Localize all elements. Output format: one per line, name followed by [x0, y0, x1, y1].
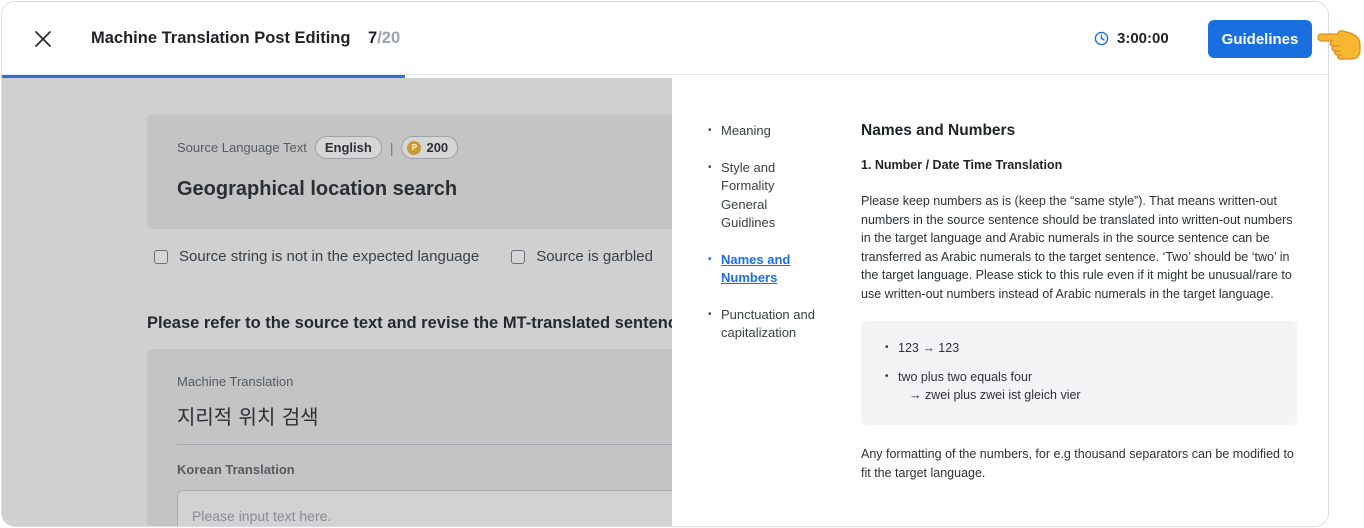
- korean-translation-input[interactable]: [177, 490, 672, 526]
- source-card: Source Language Text English | P 200 Geo…: [147, 114, 672, 229]
- close-icon: [35, 31, 51, 47]
- close-button[interactable]: [30, 26, 56, 52]
- divider: [177, 444, 672, 445]
- language-badge: English: [314, 136, 382, 159]
- points-value: 200: [426, 140, 449, 155]
- checkbox[interactable]: [154, 249, 168, 264]
- toc-item-names-numbers[interactable]: Names and Numbers: [708, 251, 818, 288]
- section-subheading: 1. Number / Date Time Translation: [861, 158, 1063, 172]
- task-counter-total: 20: [381, 29, 401, 47]
- task-counter-current: 7: [368, 29, 378, 47]
- task-counter: 7/20: [368, 29, 400, 48]
- app-window: Machine Translation Post Editing 7/20 3:…: [1, 1, 1329, 527]
- example-translation: → zwei plus zwei ist gleich vier: [909, 388, 1081, 402]
- header: Machine Translation Post Editing 7/20 3:…: [2, 2, 1328, 75]
- source-checks: Source string is not in the expected lan…: [154, 248, 653, 265]
- check-label: Source is garbled: [536, 248, 653, 265]
- source-text: Geographical location search: [177, 178, 458, 200]
- example-item: two plus two equals four → zwei plus zwe…: [885, 368, 1273, 404]
- mt-text: 지리적 위치 검색: [177, 405, 319, 429]
- toc-item-style[interactable]: Style and Formality General Guidlines: [708, 159, 818, 233]
- points-badge: P 200: [401, 136, 459, 159]
- guidelines-toc: Meaning Style and Formality General Guid…: [708, 122, 818, 361]
- guideline-paragraph-2: Any formatting of the numbers, for e.g t…: [861, 447, 1294, 480]
- pointing-hand-icon: [1317, 30, 1361, 60]
- korean-translation-label: Korean Translation: [177, 462, 295, 477]
- meta-divider: |: [389, 139, 394, 156]
- guidelines-panel: Meaning Style and Formality General Guid…: [672, 76, 1328, 526]
- example-item: 123 → 123: [885, 339, 1273, 357]
- check-label: Source string is not in the expected lan…: [179, 248, 480, 265]
- guidelines-button[interactable]: Guidelines: [1208, 20, 1312, 58]
- toc-item-punctuation[interactable]: Punctuation and capitalization: [708, 306, 818, 343]
- example-box: 123 → 123 two plus two equals four → zwe…: [861, 321, 1297, 425]
- example-text: two plus two equals four: [898, 370, 1033, 384]
- toc-item-meaning[interactable]: Meaning: [708, 122, 818, 141]
- timer-value: 3:00:00: [1117, 30, 1169, 47]
- timer: 3:00:00: [1094, 30, 1169, 47]
- source-label: Source Language Text: [177, 140, 307, 155]
- section-heading: Names and Numbers: [861, 122, 1016, 139]
- mt-label: Machine Translation: [177, 374, 294, 389]
- translation-card: Machine Translation 지리적 위치 검색 Korean Tra…: [147, 349, 672, 526]
- task-area-dimmed: Source Language Text English | P 200 Geo…: [2, 78, 672, 526]
- checkbox[interactable]: [511, 249, 526, 264]
- guidelines-content: Names and Numbers 1. Number / Date Time …: [861, 122, 1299, 482]
- coin-icon: P: [407, 140, 422, 155]
- source-meta: Source Language Text English | P 200: [177, 136, 459, 159]
- page-title: Machine Translation Post Editing: [91, 29, 351, 47]
- check-not-expected-language[interactable]: Source string is not in the expected lan…: [154, 248, 479, 265]
- clock-icon: [1094, 31, 1109, 46]
- guideline-paragraph: Please keep numbers as is (keep the “sam…: [861, 194, 1293, 301]
- instruction-text: Please refer to the source text and revi…: [147, 314, 672, 332]
- check-garbled[interactable]: Source is garbled: [511, 248, 653, 265]
